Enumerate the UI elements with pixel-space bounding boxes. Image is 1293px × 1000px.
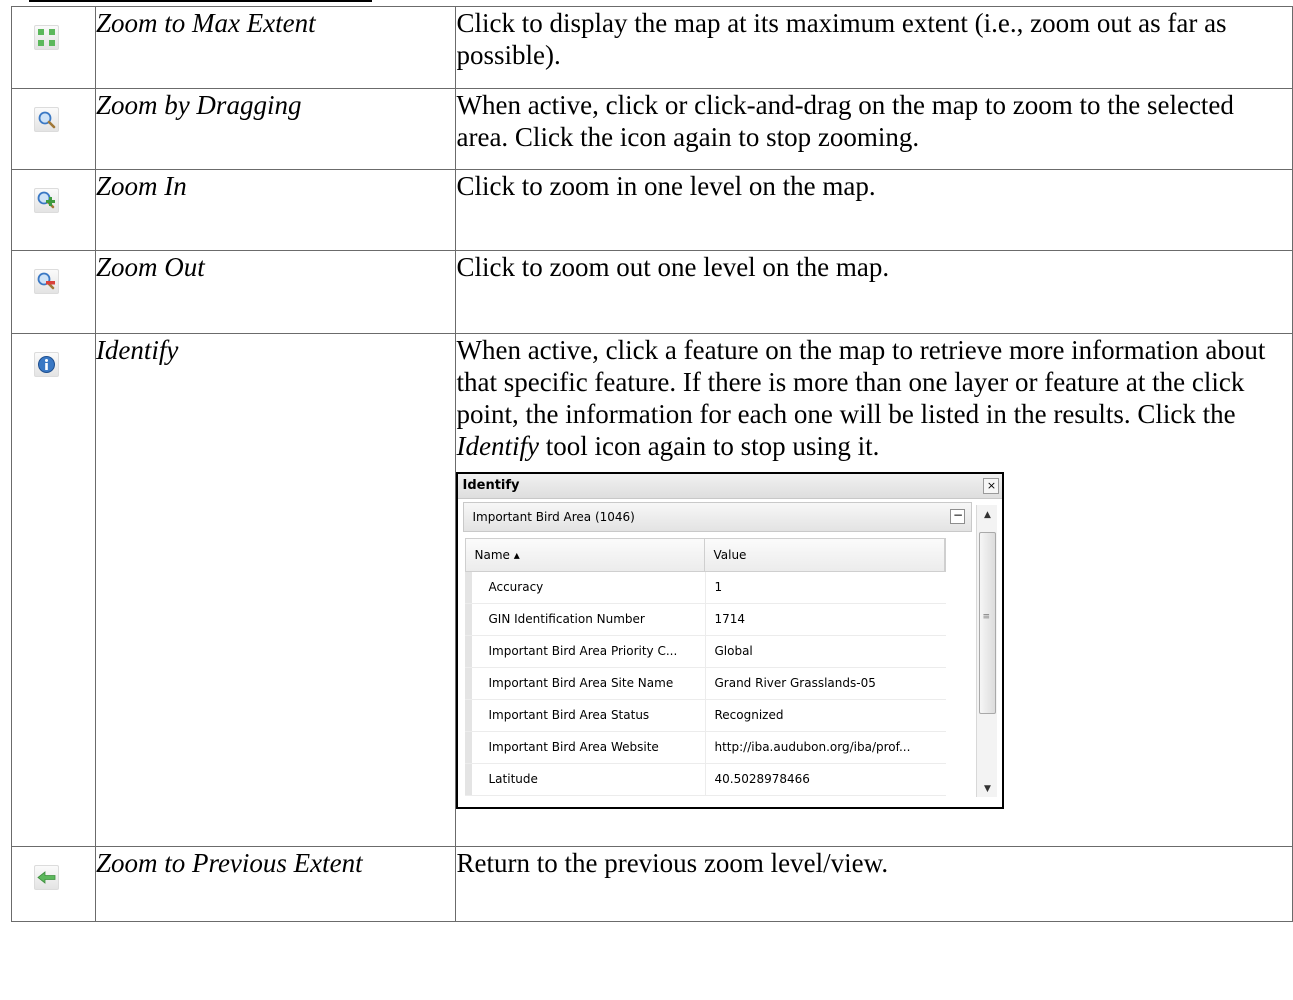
- tool-name: Zoom Out: [94, 250, 457, 334]
- table-row: Zoom to Previous Extent Return to the pr…: [11, 846, 1293, 922]
- close-icon[interactable]: ×: [983, 478, 1000, 494]
- tools-table: Zoom to Max Extent Click to display the …: [11, 6, 1293, 922]
- tool-name: Zoom by Dragging: [94, 88, 457, 170]
- tool-name: Zoom to Max Extent: [94, 6, 457, 89]
- tool-description: Click to zoom out one level on the map.: [455, 250, 1293, 334]
- panel-title: Identify: [462, 478, 520, 493]
- tool-description: Click to display the map at its maximum …: [455, 6, 1293, 89]
- attribute-row: GIN Identification Number 1714: [465, 604, 947, 636]
- attribute-row: Important Bird Area Site Name Grand River…: [465, 668, 947, 700]
- attribute-row: Latitude 40.5028978466: [465, 764, 947, 796]
- table-row: Zoom Out Click to zoom out one level on …: [11, 250, 1293, 334]
- table-row: Zoom by Dragging When active, click or c…: [11, 88, 1293, 170]
- result-group-header[interactable]: Important Bird Area (1046) −: [463, 502, 973, 532]
- table-row: Zoom to Max Extent Click to display the …: [11, 6, 1293, 89]
- zoom-out-icon[interactable]: [34, 269, 59, 294]
- zoom-max-extent-icon[interactable]: [34, 25, 59, 50]
- table-row: Zoom In Click to zoom in one level on th…: [11, 169, 1293, 251]
- tool-description: Return to the previous zoom level/view.: [455, 846, 1293, 922]
- tool-name: Zoom In: [94, 169, 457, 251]
- scroll-down-icon[interactable]: ▼: [977, 781, 997, 797]
- column-header-name[interactable]: Name ▴: [466, 539, 706, 571]
- attribute-row: Important Bird Area Status Recognized: [465, 700, 947, 732]
- collapse-icon[interactable]: −: [950, 509, 966, 524]
- identify-icon[interactable]: [34, 352, 59, 377]
- result-group-label: Important Bird Area (1046): [472, 510, 635, 524]
- table-row: Identify When active, click a feature on…: [11, 333, 1293, 847]
- attribute-row: Accuracy 1: [465, 572, 947, 604]
- tool-description: When active, click a feature on the map …: [456, 335, 1266, 461]
- attribute-grid: Name ▴ Value Accuracy 1 GIN Identificatio…: [465, 538, 947, 796]
- tool-name: Zoom to Previous Extent: [94, 846, 457, 922]
- vertical-scrollbar[interactable]: ▲ ≡ ▼: [976, 505, 998, 797]
- scroll-up-icon[interactable]: ▲: [977, 507, 997, 523]
- zoom-drag-icon[interactable]: [34, 107, 59, 132]
- tool-name: Identify: [94, 333, 457, 847]
- scroll-thumb[interactable]: [979, 532, 997, 714]
- zoom-in-icon[interactable]: [34, 188, 59, 213]
- attribute-row: Important Bird Area Priority C... Global: [465, 636, 947, 668]
- identify-panel: Identify × Important Bird Area (1046) − …: [456, 472, 1005, 809]
- tool-description: When active, click or click-and-drag on …: [455, 88, 1293, 170]
- column-header-value[interactable]: Value: [705, 539, 946, 571]
- tool-description: Click to zoom in one level on the map.: [455, 169, 1293, 251]
- grip-icon: ≡: [982, 612, 991, 622]
- top-rule: [29, 0, 372, 2]
- attribute-row: Important Bird Area Website http://iba.au…: [465, 732, 947, 764]
- previous-extent-icon[interactable]: [34, 865, 59, 890]
